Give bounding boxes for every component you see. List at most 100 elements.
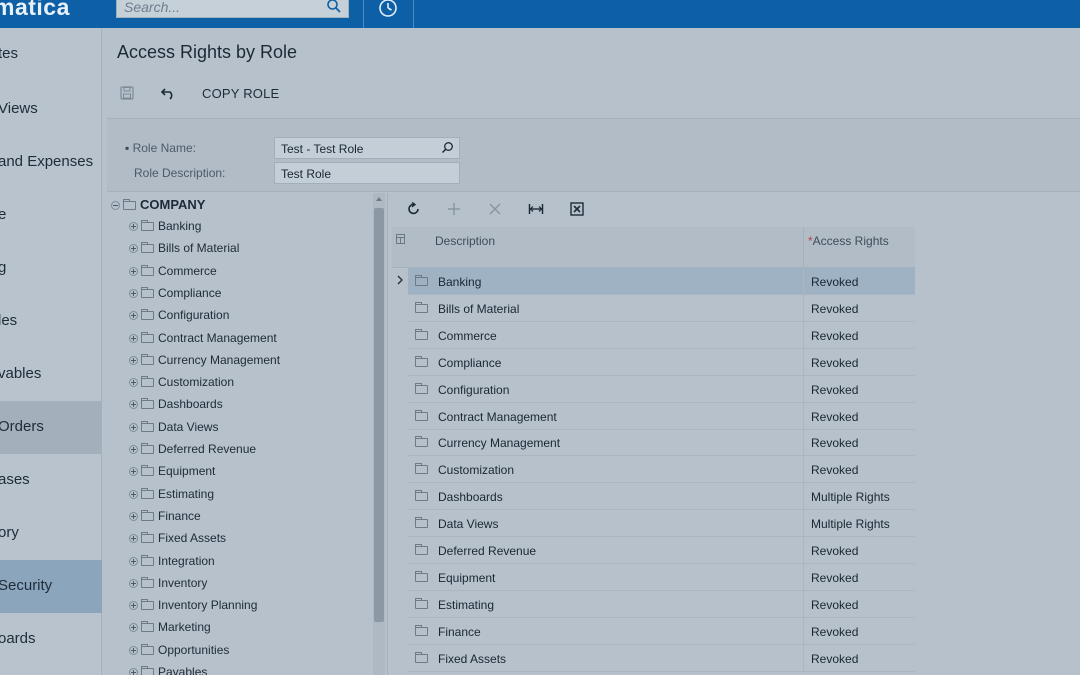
expand-icon[interactable]: [129, 400, 138, 410]
nav-item[interactable]: e: [0, 189, 102, 242]
row-selector[interactable]: [392, 590, 408, 618]
tree-node[interactable]: Marketing: [129, 620, 211, 636]
search-icon[interactable]: [441, 141, 454, 154]
row-selector[interactable]: [392, 563, 408, 591]
table-row[interactable]: Bills of Material Revoked: [392, 294, 915, 322]
expand-icon[interactable]: [129, 489, 138, 499]
collapse-icon[interactable]: [111, 201, 120, 210]
refresh-icon[interactable]: [406, 201, 422, 217]
row-access-rights[interactable]: Revoked: [811, 625, 858, 639]
tree-node[interactable]: Contract Management: [129, 331, 277, 347]
row-selector[interactable]: [392, 456, 408, 484]
tree-node[interactable]: Estimating: [129, 487, 214, 503]
row-access-rights[interactable]: Revoked: [811, 463, 858, 477]
table-row[interactable]: Deferred Revenue Revoked: [392, 537, 915, 564]
row-access-rights[interactable]: Multiple Rights: [811, 517, 890, 531]
nav-item[interactable]: les: [0, 295, 102, 348]
nav-item[interactable]: ases: [0, 454, 102, 507]
nav-item-security[interactable]: Security: [0, 560, 102, 613]
scroll-up-icon[interactable]: [376, 197, 382, 201]
tree-node[interactable]: Opportunities: [129, 643, 229, 659]
row-access-rights[interactable]: Multiple Rights: [811, 490, 890, 504]
column-header-access-rights[interactable]: *Access Rights: [808, 234, 889, 248]
fit-columns-icon[interactable]: [528, 201, 544, 217]
table-row[interactable]: Banking Revoked: [392, 268, 915, 295]
table-row[interactable]: Finance Revoked: [392, 617, 915, 645]
delete-icon[interactable]: [487, 201, 503, 217]
table-row[interactable]: Currency Management Revoked: [392, 429, 915, 457]
expand-icon[interactable]: [129, 645, 138, 655]
column-chooser-icon[interactable]: [396, 234, 405, 244]
table-row[interactable]: Fixed Assets Revoked: [392, 644, 915, 672]
row-selector[interactable]: [392, 483, 408, 511]
row-access-rights[interactable]: Revoked: [811, 571, 858, 585]
expand-icon[interactable]: [129, 601, 138, 611]
tree-node[interactable]: Bills of Material: [129, 241, 239, 257]
expand-icon[interactable]: [129, 333, 138, 343]
tree-node[interactable]: Compliance: [129, 286, 221, 302]
export-excel-icon[interactable]: [569, 201, 585, 217]
tree-node[interactable]: Inventory Planning: [129, 598, 257, 614]
nav-item[interactable]: g: [0, 242, 102, 295]
history-icon[interactable]: [377, 0, 399, 19]
tree-node[interactable]: Configuration: [129, 308, 229, 324]
row-selector[interactable]: [392, 402, 408, 430]
tree-node[interactable]: Integration: [129, 554, 215, 570]
expand-icon[interactable]: [129, 422, 138, 432]
tree-node[interactable]: Equipment: [129, 464, 215, 480]
column-header-description[interactable]: Description: [435, 234, 495, 248]
row-access-rights[interactable]: Revoked: [811, 652, 858, 666]
row-selector[interactable]: [392, 537, 408, 564]
tree-node[interactable]: Deferred Revenue: [129, 442, 256, 458]
copy-role-button[interactable]: COPY ROLE: [202, 86, 279, 101]
nav-item[interactable]: and Expenses: [0, 136, 102, 189]
nav-item[interactable]: vables: [0, 348, 102, 401]
expand-icon[interactable]: [129, 668, 138, 675]
add-icon[interactable]: [446, 201, 462, 217]
row-access-rights[interactable]: Revoked: [811, 598, 858, 612]
expand-icon[interactable]: [129, 288, 138, 298]
row-selector[interactable]: [392, 375, 408, 403]
column-divider[interactable]: [803, 227, 804, 268]
tree-node[interactable]: Data Views: [129, 420, 218, 436]
search-icon[interactable]: [326, 0, 342, 14]
expand-icon[interactable]: [129, 378, 138, 388]
table-row[interactable]: Estimating Revoked: [392, 590, 915, 618]
tree-root[interactable]: COMPANY: [111, 197, 205, 213]
row-access-rights[interactable]: Revoked: [811, 383, 858, 397]
row-access-rights[interactable]: Revoked: [811, 302, 858, 316]
expand-icon[interactable]: [129, 445, 138, 454]
table-row[interactable]: Data Views Multiple Rights: [392, 510, 915, 538]
table-row[interactable]: Equipment Revoked: [392, 563, 915, 591]
table-row[interactable]: Configuration Revoked: [392, 375, 915, 403]
row-access-rights[interactable]: Revoked: [811, 275, 858, 289]
row-access-rights[interactable]: Revoked: [811, 436, 858, 450]
nav-item[interactable]: oards: [0, 613, 102, 666]
row-selector[interactable]: [392, 644, 408, 672]
tree-node[interactable]: Banking: [129, 219, 201, 235]
nav-item[interactable]: ory: [0, 507, 102, 560]
tree-node[interactable]: Commerce: [129, 264, 217, 280]
expand-icon[interactable]: [129, 556, 138, 566]
expand-icon[interactable]: [129, 266, 138, 276]
tree-node[interactable]: Inventory: [129, 576, 207, 592]
expand-icon[interactable]: [129, 311, 138, 321]
expand-icon[interactable]: [129, 623, 138, 633]
row-selector[interactable]: [392, 348, 408, 376]
table-row[interactable]: Compliance Revoked: [392, 348, 915, 376]
tree-node[interactable]: Payables: [129, 665, 207, 675]
row-selector[interactable]: [392, 617, 408, 645]
expand-icon[interactable]: [129, 222, 138, 231]
row-access-rights[interactable]: Revoked: [811, 410, 858, 424]
nav-item[interactable]: tes: [0, 28, 102, 81]
row-selector[interactable]: [392, 321, 408, 349]
nav-item[interactable]: Orders: [0, 401, 102, 454]
tree-node[interactable]: Finance: [129, 509, 201, 525]
table-row[interactable]: Dashboards Multiple Rights: [392, 483, 915, 511]
tree-node[interactable]: Dashboards: [129, 397, 223, 413]
undo-icon[interactable]: [160, 85, 178, 101]
save-icon[interactable]: [120, 86, 134, 100]
expand-icon[interactable]: [129, 355, 138, 365]
table-row[interactable]: Customization Revoked: [392, 456, 915, 484]
expand-icon[interactable]: [129, 578, 138, 588]
